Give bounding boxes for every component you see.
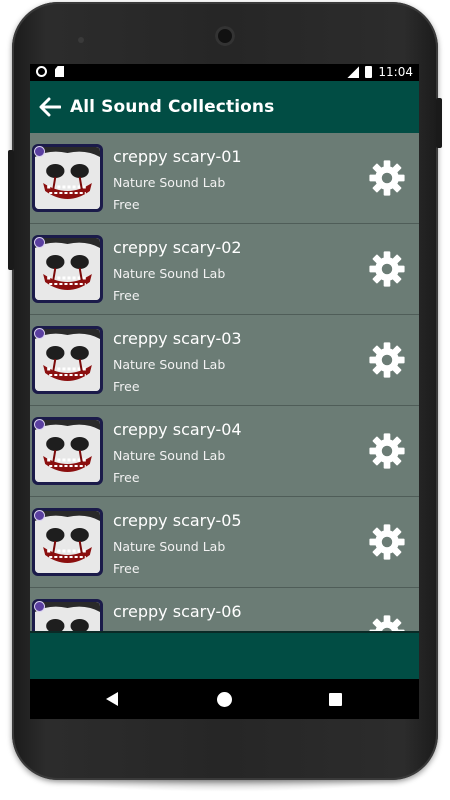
list-item[interactable]: creppy scary-05 Nature Sound Lab Free	[30, 497, 419, 588]
volume-button	[8, 150, 14, 270]
clown-face-image	[35, 238, 100, 300]
gear-icon[interactable]	[368, 432, 406, 470]
badge-icon	[34, 237, 45, 248]
item-title: creppy scary-01	[113, 147, 242, 166]
sound-thumbnail	[32, 235, 103, 303]
list-item[interactable]: creppy scary-06Nature Sound LabFree	[30, 588, 419, 631]
battery-icon	[365, 66, 373, 78]
signal-icon	[347, 66, 360, 78]
item-price: Free	[113, 379, 140, 394]
item-title: creppy scary-06	[113, 602, 242, 621]
item-developer: Nature Sound Lab	[113, 266, 226, 281]
sound-thumbnail	[32, 144, 103, 212]
item-price: Free	[113, 561, 140, 576]
clown-face-image	[35, 329, 100, 391]
clown-face-image	[35, 511, 100, 573]
sound-thumbnail	[32, 599, 103, 631]
item-title: creppy scary-05	[113, 511, 242, 530]
screen: 11:04 All Sound Collections creppy scary…	[30, 64, 419, 719]
badge-icon	[34, 146, 45, 157]
power-button	[436, 98, 442, 148]
badge-icon	[34, 601, 45, 612]
badge-icon	[34, 510, 45, 521]
item-developer: Nature Sound Lab	[113, 175, 226, 190]
nav-back-icon	[106, 692, 118, 706]
gear-icon[interactable]	[368, 159, 406, 197]
clown-face-image	[35, 420, 100, 482]
arrow-left-icon	[39, 97, 61, 117]
list-item[interactable]: creppy scary-04 Nature Sound Lab Free	[30, 406, 419, 497]
status-time: 11:04	[378, 65, 413, 79]
item-title: creppy scary-03	[113, 329, 242, 348]
item-developer: Nature Sound Lab	[113, 448, 226, 463]
earpiece	[215, 26, 235, 46]
list-item[interactable]: creppy scary-01 Nature Sound Lab Free	[30, 133, 419, 224]
sd-card-icon	[55, 66, 64, 77]
status-bar: 11:04	[30, 64, 419, 81]
item-price: Free	[113, 197, 140, 212]
item-title: creppy scary-02	[113, 238, 242, 257]
nav-home-icon	[216, 691, 232, 707]
item-price: Free	[113, 470, 140, 485]
badge-icon	[34, 328, 45, 339]
front-camera	[78, 37, 84, 43]
gear-icon[interactable]	[368, 614, 406, 631]
gear-icon[interactable]	[368, 341, 406, 379]
nav-recent-icon	[328, 692, 342, 706]
page-title: All Sound Collections	[70, 97, 275, 117]
badge-icon	[34, 419, 45, 430]
system-nav-bar	[30, 679, 419, 719]
app-bar: All Sound Collections	[30, 81, 419, 133]
sound-list: creppy scary-01 Nature Sound Lab Free crepp…	[30, 133, 419, 631]
gear-icon[interactable]	[368, 250, 406, 288]
item-title: creppy scary-04	[113, 420, 242, 439]
sound-thumbnail	[32, 508, 103, 576]
notification-circle-icon	[36, 66, 47, 77]
sound-thumbnail	[32, 326, 103, 394]
nav-home-button[interactable]	[212, 687, 236, 711]
gear-icon[interactable]	[368, 523, 406, 561]
item-developer: Nature Sound Lab	[113, 539, 226, 554]
item-developer: Nature Sound Lab	[113, 357, 226, 372]
item-price: Free	[113, 288, 140, 303]
nav-back-button[interactable]	[100, 687, 124, 711]
sound-thumbnail	[32, 417, 103, 485]
back-button[interactable]	[32, 81, 68, 133]
list-item[interactable]: creppy scary-03 Nature Sound Lab Free	[30, 315, 419, 406]
clown-face-image	[35, 147, 100, 209]
list-item[interactable]: creppy scary-02 Nature Sound Lab Free	[30, 224, 419, 315]
nav-recent-button[interactable]	[323, 687, 347, 711]
bottom-bar	[30, 631, 419, 679]
